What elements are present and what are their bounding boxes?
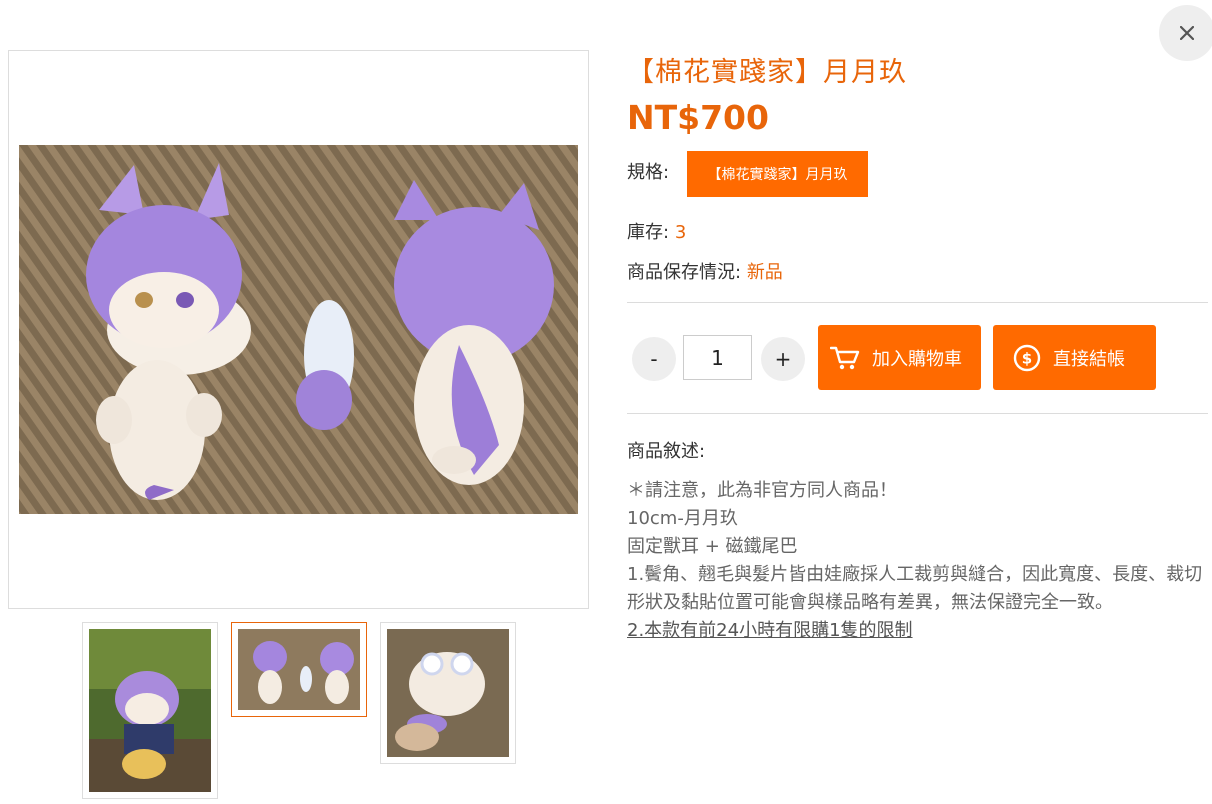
stock-value: 3 [674,222,687,243]
quantity-decrease-button[interactable]: - [632,337,676,381]
description-line: ＊請注意，此為非官方同人商品！ [627,480,897,501]
thumbnail-1[interactable] [82,622,218,799]
close-icon [1180,26,1194,40]
main-image-frame [8,50,589,609]
add-to-cart-label: 加入購物車 [872,348,962,370]
description-link[interactable]: 2.本款有前24小時有限購1隻的限制 [627,620,913,641]
cart-icon [830,346,860,369]
thumbnail-2[interactable] [231,622,367,717]
add-to-cart-button[interactable]: 加入購物車 [818,325,981,390]
condition-label: 商品保存情況: [627,262,742,283]
checkout-button[interactable]: $ 直接結帳 [993,325,1156,390]
description-line: 10cm-月月玖 [627,508,738,529]
product-title: 【棉花實踐家】月月玖 [627,57,907,88]
dollar-coin-icon: $ [1013,344,1041,371]
stock-label: 庫存: [627,222,670,243]
quantity-increase-button[interactable]: + [761,337,805,381]
thumbnail-3[interactable] [380,622,516,764]
product-price: NT$700 [627,98,769,137]
description-line: 1.鬢角、翹毛與髮片皆由娃廠採人工裁剪與縫合，因此寬度、長度、裁切形狀及黏貼位置… [627,564,1203,613]
close-button[interactable] [1159,5,1212,61]
divider-top [627,302,1208,303]
main-product-image[interactable] [19,145,578,514]
stock-row: 庫存: 3 [627,218,686,244]
description-line: 固定獸耳 + 磁鐵尾巴 [627,536,798,557]
checkout-label: 直接結帳 [1053,348,1125,370]
description-label: 商品敘述: [627,441,706,462]
spec-label: 規格: [627,162,670,183]
condition-row: 商品保存情況: 新品 [627,258,783,284]
svg-text:$: $ [1022,349,1032,367]
quantity-input[interactable] [683,335,752,380]
divider-bottom [627,413,1208,414]
condition-value: 新品 [746,262,783,283]
spec-option-button[interactable]: 【棉花實踐家】月月玖 [687,151,868,197]
description-body: ＊請注意，此為非官方同人商品！ 10cm-月月玖 固定獸耳 + 磁鐵尾巴 1.鬢… [627,477,1212,645]
